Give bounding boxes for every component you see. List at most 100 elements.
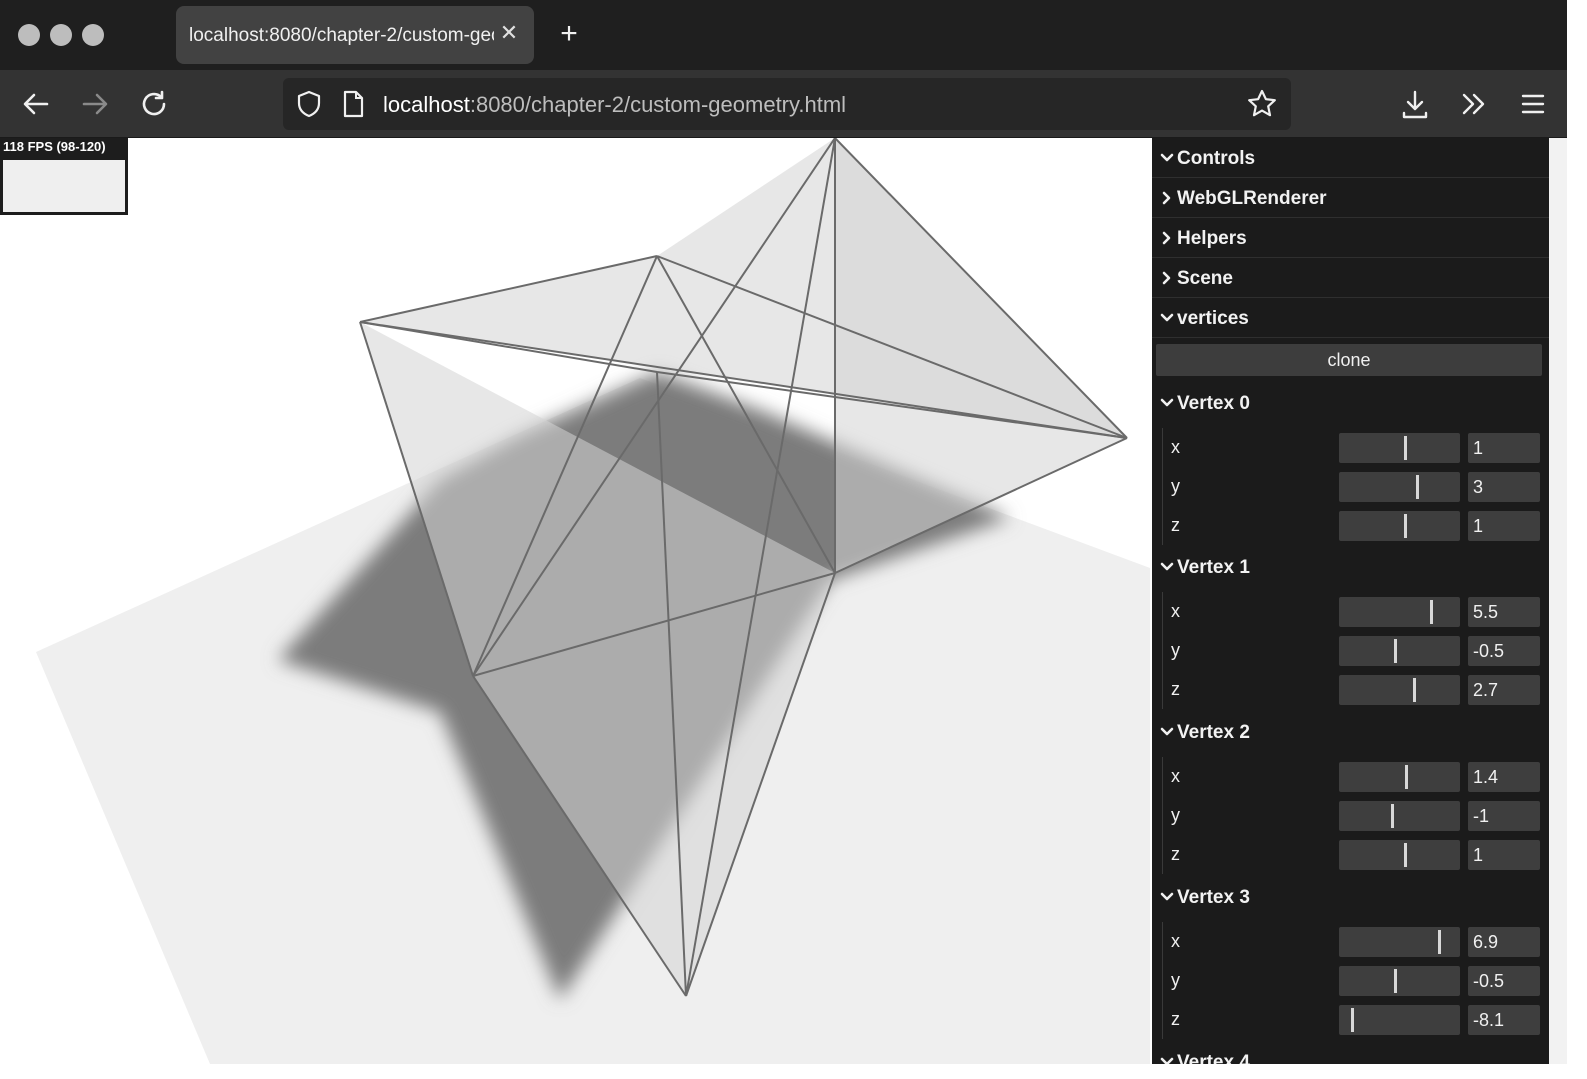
- vertex-2-y-input[interactable]: -1: [1468, 801, 1540, 831]
- vertex-0-y-input[interactable]: 3: [1468, 472, 1540, 502]
- vertex-2-z-input[interactable]: 1: [1468, 840, 1540, 870]
- vertex-3-y-input[interactable]: -0.5: [1468, 966, 1540, 996]
- folder-vertex-0[interactable]: Vertex 0: [1152, 383, 1549, 423]
- vertex-1-z-slider[interactable]: [1339, 675, 1460, 705]
- vertex-0-z-slider[interactable]: [1339, 511, 1460, 541]
- indent-guide: [1162, 670, 1163, 709]
- folder-label: Helpers: [1177, 228, 1247, 249]
- url-text[interactable]: localhost:8080/chapter-2/custom-geometry…: [383, 92, 846, 118]
- hamburger-menu-icon[interactable]: [1513, 84, 1553, 124]
- clone-button[interactable]: clone: [1156, 344, 1542, 376]
- vertex-3-z-input[interactable]: -8.1: [1468, 1005, 1540, 1035]
- vertex-0-x-input[interactable]: 1: [1468, 433, 1540, 463]
- vertex-title: Vertex 0: [1177, 393, 1250, 414]
- chevron-down-icon: [1160, 1057, 1174, 1064]
- axis-label: x: [1171, 766, 1180, 786]
- chevron-right-icon: [1162, 271, 1171, 285]
- indent-guide: [1162, 961, 1163, 1000]
- reload-icon[interactable]: [134, 84, 174, 124]
- slider-thumb[interactable]: [1404, 514, 1407, 538]
- vertex-0-y-slider[interactable]: [1339, 472, 1460, 502]
- slider-thumb[interactable]: [1413, 678, 1416, 702]
- scrollbar-track[interactable]: [1549, 138, 1567, 1064]
- window-close-dot[interactable]: [18, 24, 40, 46]
- slider-thumb[interactable]: [1391, 804, 1394, 828]
- vertex-2-y-slider[interactable]: [1339, 801, 1460, 831]
- fps-graph: [3, 160, 125, 212]
- slider-thumb[interactable]: [1438, 930, 1441, 954]
- folder-webglrenderer[interactable]: WebGLRenderer: [1152, 178, 1549, 218]
- slider-thumb[interactable]: [1394, 639, 1397, 663]
- slider-thumb[interactable]: [1404, 436, 1407, 460]
- slider-thumb[interactable]: [1404, 843, 1407, 867]
- chevron-down-icon: [1160, 153, 1174, 162]
- axis-label: y: [1171, 640, 1180, 660]
- slider-thumb[interactable]: [1416, 475, 1419, 499]
- tab-close-icon[interactable]: ✕: [496, 20, 522, 46]
- vertex-1-x-control: x 5.5: [1152, 592, 1549, 631]
- vertex-0-x-slider[interactable]: [1339, 433, 1460, 463]
- new-tab-icon[interactable]: +: [554, 18, 584, 52]
- controls-panel: Controls WebGLRenderer Helpers Scene ver…: [1152, 138, 1549, 1064]
- browser-tab[interactable]: localhost:8080/chapter-2/custom-geometry…: [176, 6, 534, 64]
- vertex-1-x-slider[interactable]: [1339, 597, 1460, 627]
- folder-label: vertices: [1177, 308, 1249, 329]
- vertex-1-z-input[interactable]: 2.7: [1468, 675, 1540, 705]
- axis-label: z: [1171, 515, 1180, 535]
- folder-helpers[interactable]: Helpers: [1152, 218, 1549, 258]
- chevron-right-icon: [1162, 191, 1171, 205]
- navigation-bar: localhost:8080/chapter-2/custom-geometry…: [0, 70, 1587, 138]
- downloads-icon[interactable]: [1395, 84, 1435, 124]
- vertex-0-z-input[interactable]: 1: [1468, 511, 1540, 541]
- vertex-1-y-input[interactable]: -0.5: [1468, 636, 1540, 666]
- indent-guide: [1162, 506, 1163, 545]
- shield-icon[interactable]: [293, 88, 325, 120]
- slider-thumb[interactable]: [1405, 765, 1408, 789]
- folder-vertex-3[interactable]: Vertex 3: [1152, 877, 1549, 917]
- bookmark-star-icon[interactable]: [1245, 87, 1279, 121]
- folder-vertices[interactable]: vertices: [1152, 298, 1549, 338]
- forward-arrow-icon[interactable]: [75, 84, 115, 124]
- vertex-1-y-slider[interactable]: [1339, 636, 1460, 666]
- folder-controls[interactable]: Controls: [1152, 138, 1549, 178]
- vertex-2-x-input[interactable]: 1.4: [1468, 762, 1540, 792]
- slider-thumb[interactable]: [1351, 1008, 1354, 1032]
- window-border: [0, 1064, 1587, 1079]
- folder-vertex-4[interactable]: Vertex 4: [1152, 1042, 1549, 1064]
- axis-label: z: [1171, 844, 1180, 864]
- chevron-down-icon: [1160, 313, 1174, 322]
- folder-label: Controls: [1177, 148, 1256, 169]
- indent-guide: [1162, 1000, 1163, 1039]
- vertex-3-z-slider[interactable]: [1339, 1005, 1460, 1035]
- folder-vertex-2[interactable]: Vertex 2: [1152, 712, 1549, 752]
- back-arrow-icon[interactable]: [16, 84, 56, 124]
- window-zoom-dot[interactable]: [82, 24, 104, 46]
- address-bar[interactable]: localhost:8080/chapter-2/custom-geometry…: [283, 78, 1291, 130]
- axis-label: z: [1171, 1009, 1180, 1029]
- indent-guide: [1162, 631, 1163, 670]
- vertex-3-x-slider[interactable]: [1339, 927, 1460, 957]
- axis-label: y: [1171, 805, 1180, 825]
- vertex-3-x-input[interactable]: 6.9: [1468, 927, 1540, 957]
- vertex-0-z-control: z 1: [1152, 506, 1549, 545]
- slider-thumb[interactable]: [1394, 969, 1397, 993]
- indent-guide: [1162, 835, 1163, 874]
- folder-vertex-1[interactable]: Vertex 1: [1152, 547, 1549, 587]
- chevron-down-icon: [1160, 727, 1174, 736]
- vertex-title: Vertex 2: [1177, 722, 1250, 743]
- vertex-3-y-slider[interactable]: [1339, 966, 1460, 996]
- webgl-canvas[interactable]: 118 FPS (98-120): [0, 138, 1152, 1064]
- window-minimize-dot[interactable]: [50, 24, 72, 46]
- overflow-chevrons-icon[interactable]: [1454, 84, 1494, 124]
- tab-strip: localhost:8080/chapter-2/custom-geometry…: [0, 0, 1587, 70]
- vertex-2-x-slider[interactable]: [1339, 762, 1460, 792]
- geometry-scene: [0, 138, 1152, 1064]
- vertex-1-x-input[interactable]: 5.5: [1468, 597, 1540, 627]
- vertex-2-z-slider[interactable]: [1339, 840, 1460, 870]
- fps-readout: 118 FPS (98-120): [3, 139, 106, 154]
- vertex-1-z-control: z 2.7: [1152, 670, 1549, 709]
- indent-guide: [1162, 467, 1163, 506]
- slider-thumb[interactable]: [1430, 600, 1433, 624]
- fps-stats-panel[interactable]: 118 FPS (98-120): [0, 138, 128, 215]
- folder-scene[interactable]: Scene: [1152, 258, 1549, 298]
